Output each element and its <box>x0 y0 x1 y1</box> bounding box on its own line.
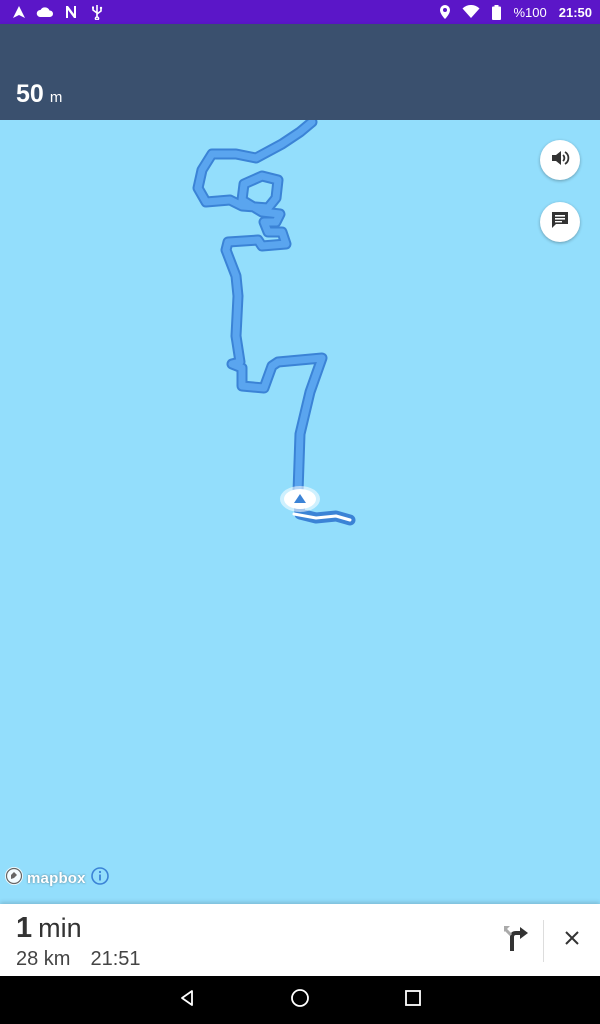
usb-icon <box>88 3 106 21</box>
distance-unit: m <box>49 89 63 106</box>
back-icon <box>178 989 196 1012</box>
status-bar: %100 21:50 <box>0 0 600 24</box>
recents-icon <box>404 989 422 1012</box>
turn-right-icon <box>501 923 531 958</box>
recents-button[interactable] <box>393 980 433 1020</box>
chat-message-icon <box>550 211 570 234</box>
attribution-info-icon[interactable] <box>90 866 110 891</box>
trip-details: 28 km 21:51 <box>16 948 141 971</box>
remaining-time-value: 1 <box>16 912 33 944</box>
home-button[interactable] <box>280 980 320 1020</box>
summary-divider <box>543 920 544 962</box>
sound-toggle-button[interactable] <box>540 140 580 180</box>
wifi-icon <box>462 3 480 21</box>
route-overview-button[interactable] <box>498 922 534 958</box>
location-pin-icon <box>436 3 454 21</box>
map-view[interactable] <box>0 120 600 904</box>
battery-level: %100 <box>513 4 547 20</box>
mapbox-mark-icon <box>4 866 24 891</box>
status-time: 21:50 <box>558 4 592 20</box>
navigation-arrow-icon <box>10 3 28 21</box>
status-bar-left <box>10 3 106 21</box>
status-bar-right: %100 21:50 <box>436 3 592 21</box>
volume-icon <box>550 149 570 172</box>
system-navigation-bar <box>0 976 600 1024</box>
remaining-time-unit: min <box>38 913 82 943</box>
cloud-icon <box>36 3 54 21</box>
instruction-banner[interactable]: 50 m <box>0 24 600 120</box>
close-icon <box>564 930 580 951</box>
mapbox-logo: mapbox <box>4 866 86 891</box>
back-button[interactable] <box>167 980 207 1020</box>
arrival-time: 21:51 <box>90 948 141 970</box>
banner-distance: 50 m <box>16 80 62 109</box>
close-navigation-button[interactable] <box>554 922 590 958</box>
map-attribution: mapbox <box>4 866 110 891</box>
route-line <box>194 120 326 496</box>
remaining-time: 1 min <box>16 912 82 945</box>
route-layer <box>192 120 356 526</box>
user-location-puck <box>280 486 320 512</box>
trip-summary-panel[interactable]: 1 min 28 km 21:51 <box>0 904 600 976</box>
distance-value: 50 <box>16 80 44 108</box>
home-icon <box>290 988 310 1013</box>
battery-icon <box>488 3 506 21</box>
mapbox-wordmark: mapbox <box>27 870 86 887</box>
feedback-button[interactable] <box>540 202 580 242</box>
n-notification-icon <box>62 3 80 21</box>
remaining-distance: 28 km <box>16 948 71 970</box>
